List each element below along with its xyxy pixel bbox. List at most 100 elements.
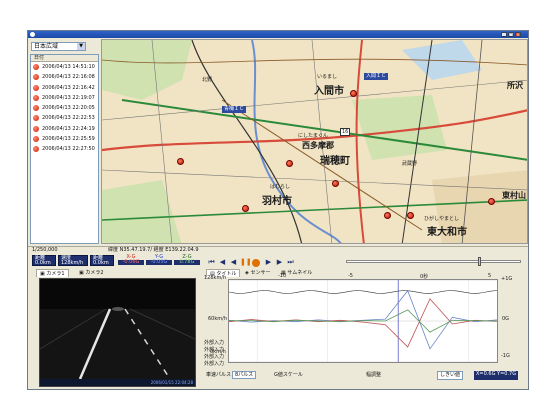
timeline-slider[interactable] xyxy=(346,260,521,263)
speed-trace xyxy=(229,290,497,294)
tab-camera2-label: カメラ2 xyxy=(85,270,104,276)
maximize-button[interactable]: □ xyxy=(508,32,514,37)
g-scale-label: G値スケール xyxy=(274,372,303,378)
date-list-item-label: 2006/04/13 22:16:42 xyxy=(42,84,95,91)
date-list[interactable]: 日付 2006/04/13 14:51:10 2006/04/13 22:16:0… xyxy=(30,54,99,244)
y-g-value: -0.05G xyxy=(146,260,172,265)
date-list-item[interactable]: 2006/04/13 22:16:08 xyxy=(31,72,98,82)
map-pin[interactable] xyxy=(242,205,249,212)
skip-first-button[interactable]: ⏮ xyxy=(207,258,216,267)
threshold-label: しきい値 xyxy=(437,371,464,380)
camera-icon: ▣ xyxy=(40,271,45,277)
date-list-item-label: 2006/04/13 22:22:53 xyxy=(42,115,95,122)
map-pin[interactable] xyxy=(177,158,184,165)
skip-last-button[interactable]: ⏭ xyxy=(286,258,295,267)
tab-camera1[interactable]: ▣ カメラ1 xyxy=(36,269,69,277)
record-icon xyxy=(33,146,39,153)
record-icon xyxy=(33,105,39,112)
map-pin[interactable] xyxy=(286,160,293,167)
z-g-value: 0.78G xyxy=(174,260,200,265)
graph-settings-bar: 車速パルス 8パルス G値スケール 幅調整 しきい値 X=0.6G Y=0.7G xyxy=(206,370,524,382)
map-label-nishitama-hira: にしたまぐん xyxy=(298,133,328,139)
rewind-button[interactable]: ◀ xyxy=(229,258,238,267)
map-pin[interactable] xyxy=(407,212,414,219)
date-list-item-label: 2006/04/13 22:16:08 xyxy=(42,74,95,81)
speed-readout: 速度 128km/h xyxy=(58,255,88,266)
vehicle-pulse-label: 車速パルス xyxy=(206,372,232,378)
g-axis-bottom: -1G xyxy=(501,353,510,359)
map-label-hamura: 羽村市 xyxy=(262,196,292,207)
date-list-item[interactable]: 2006/04/13 14:51:10 xyxy=(31,62,98,72)
map-pin[interactable] xyxy=(384,212,391,219)
g-axis-top: +1G xyxy=(501,276,513,282)
external-input-label: 外部入力 xyxy=(204,361,225,367)
camera-icon: ▣ xyxy=(79,270,84,276)
record-icon xyxy=(33,74,39,81)
date-list-item[interactable]: 2006/04/13 22:22:53 xyxy=(31,113,98,123)
map-route-marker: 16 xyxy=(340,128,351,136)
map-pin[interactable] xyxy=(488,198,495,205)
app-icon xyxy=(30,32,35,37)
pause-button[interactable]: ❚❚ xyxy=(240,258,252,267)
chevron-down-icon[interactable]: ▼ xyxy=(77,43,85,50)
date-list-item[interactable]: 2006/04/13 22:27:50 xyxy=(31,144,98,154)
date-list-item-label: 2006/04/13 22:20:05 xyxy=(42,105,95,112)
record-icon xyxy=(33,115,39,122)
sensor-graph-plot xyxy=(229,280,497,362)
date-list-item[interactable]: 2006/04/13 22:20:05 xyxy=(31,103,98,113)
tab-sensor-label: センサー xyxy=(250,270,271,276)
step-back-button[interactable]: ◀ xyxy=(218,258,227,267)
date-list-item[interactable]: 2006/04/13 22:24:19 xyxy=(31,124,98,134)
g-axis-mid: 0G xyxy=(502,316,510,322)
camera-view[interactable]: 2006/01/15 22:04:28 xyxy=(39,278,196,387)
camera-timestamp: 2006/01/15 22:04:28 xyxy=(40,379,195,386)
region-select-value: 日本広域 xyxy=(34,43,59,50)
record-icon xyxy=(33,94,39,101)
map-label-higashiyamato: 東大和市 xyxy=(427,227,467,238)
speed-axis-mid: 60km/h xyxy=(208,316,227,322)
coordinate-readout: 緯度 N35.47.19.7/ 経度 E139.22.04.9 xyxy=(108,247,199,253)
sensor-icon: ◈ xyxy=(245,270,249,276)
date-list-item-label: 2006/04/13 22:24:19 xyxy=(42,125,95,132)
speed-axis-top: 128km/h xyxy=(204,275,227,281)
threshold-values: X=0.6G Y=0.7G xyxy=(474,371,519,380)
stop-button[interactable] xyxy=(252,259,260,267)
series-line-2 xyxy=(229,298,497,348)
y-g-readout: Y-G -0.05G xyxy=(146,255,172,266)
region-select[interactable]: 日本広域 ▼ xyxy=(31,42,86,51)
record-icon xyxy=(33,136,39,143)
record-icon xyxy=(33,64,39,70)
tab-sensor[interactable]: ◈ センサー xyxy=(242,269,273,277)
map-pin[interactable] xyxy=(332,180,339,187)
tab-camera2[interactable]: ▣ カメラ2 xyxy=(76,269,107,277)
map-view[interactable]: 入間市 いるまし 西多摩郡 にしたまぐん 瑞穂町 羽村市 はむらし 東大和市 ひ… xyxy=(101,39,528,244)
date-list-item[interactable]: 2006/04/13 22:19:07 xyxy=(31,93,98,103)
title-bar: _ □ × xyxy=(28,31,528,38)
record-icon xyxy=(33,125,39,132)
minimize-button[interactable]: _ xyxy=(501,32,507,37)
camera-image xyxy=(40,279,195,380)
map-label-nishitama: 西多摩郡 xyxy=(302,141,334,150)
step-forward-button[interactable]: ▶ xyxy=(275,258,284,267)
distance-value: 0.0km xyxy=(35,260,51,266)
external-input-label: 外部入力 xyxy=(204,340,225,346)
map-ic-label-ome: 青梅ＩＣ xyxy=(222,106,247,113)
play-button[interactable]: ▶ xyxy=(264,258,273,267)
tab-thumbnail-label: サムネイル xyxy=(287,270,313,276)
timeline-slider-thumb[interactable] xyxy=(478,257,481,266)
close-button[interactable]: × xyxy=(515,32,521,37)
speed-value: 128km/h xyxy=(61,260,84,266)
map-label-kita: 北野 xyxy=(202,77,213,83)
status-bar: 1/250,000 緯度 N35.47.19.7/ 経度 E139.22.04.… xyxy=(28,246,528,254)
map-label-iruma-hira: いるまし xyxy=(317,74,338,80)
date-list-item-label: 2006/04/13 22:25:59 xyxy=(42,136,95,143)
sensor-graph[interactable] xyxy=(228,279,498,363)
external-input-label: 外部入力 xyxy=(204,354,225,360)
map-ic-label-iruma: 入間ＩＣ xyxy=(364,73,389,80)
map-pin[interactable] xyxy=(350,90,357,97)
record-icon xyxy=(33,84,39,91)
vehicle-pulse-select[interactable]: 8パルス xyxy=(232,371,257,379)
date-list-item[interactable]: 2006/04/13 22:16:42 xyxy=(31,83,98,93)
date-list-item[interactable]: 2006/04/13 22:25:59 xyxy=(31,134,98,144)
map-label-higashiyamato-hira: ひがしやまとし xyxy=(424,216,459,222)
